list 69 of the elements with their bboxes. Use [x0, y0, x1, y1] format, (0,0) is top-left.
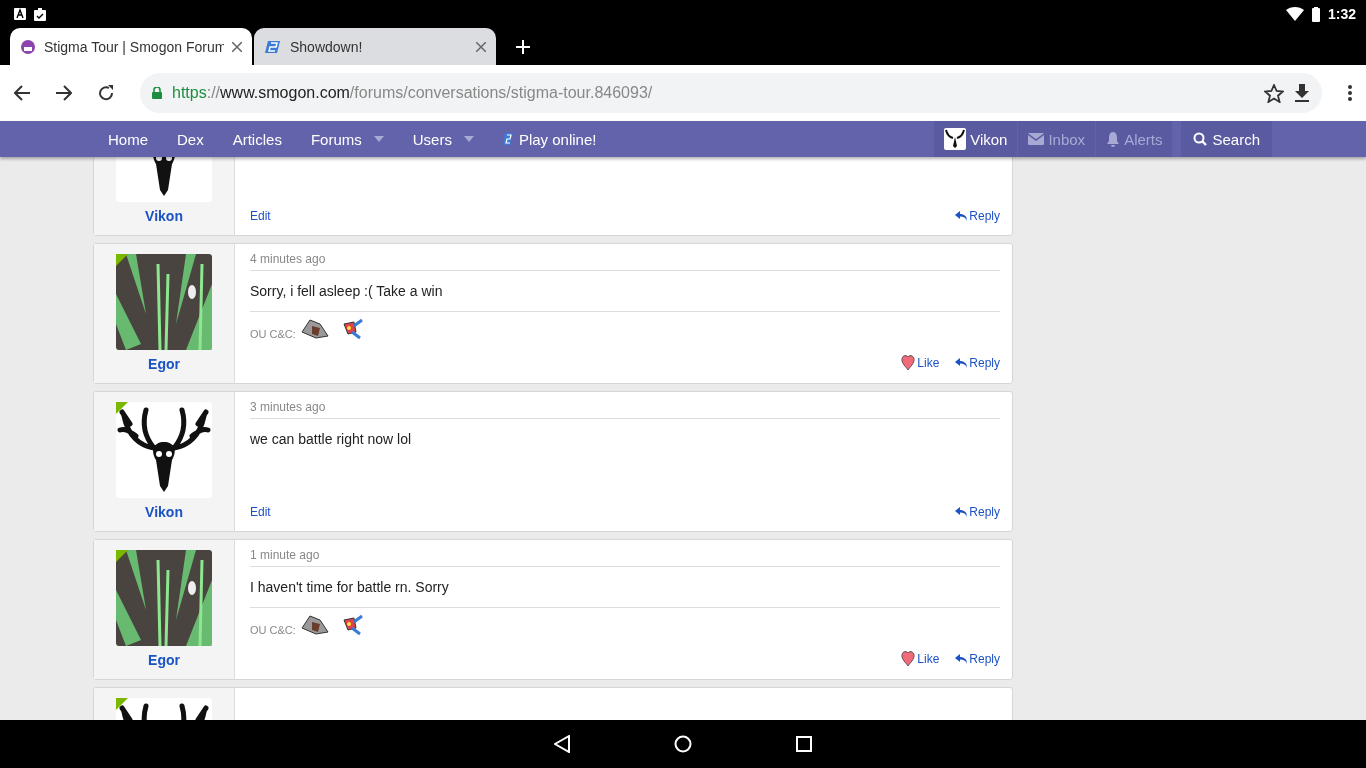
star-icon[interactable] — [1264, 83, 1284, 103]
reply-link[interactable]: Reply — [955, 356, 1000, 370]
heart-icon — [901, 355, 916, 371]
deer-skull-avatar[interactable] — [116, 402, 212, 498]
reply-icon — [955, 654, 968, 664]
reply-link[interactable]: Reply — [955, 652, 1000, 666]
recents-nav-icon[interactable] — [796, 736, 812, 752]
bell-icon — [1106, 131, 1121, 147]
abstract-avatar[interactable] — [116, 254, 212, 350]
search-icon — [1193, 132, 1208, 146]
site-favicon — [20, 38, 36, 55]
nav-link[interactable]: Home — [108, 130, 148, 148]
nav-link[interactable]: Dex — [177, 130, 204, 148]
signature-label: OU C&C: — [250, 328, 296, 340]
post-timestamp: 1 minute ago — [250, 548, 1000, 567]
envelope-icon — [1028, 133, 1045, 145]
reply-icon — [955, 211, 968, 221]
reply-link[interactable]: Reply — [955, 505, 1000, 519]
forward-arrow-icon[interactable] — [56, 85, 72, 101]
clock: 1:32 — [1327, 6, 1356, 22]
showdown-icon — [502, 132, 513, 146]
username-link[interactable]: Egor — [148, 652, 180, 668]
new-tab-icon[interactable] — [516, 39, 530, 54]
showdown-favicon — [264, 38, 282, 55]
post-message: Sorry, i fell asleep :( Take a win — [250, 271, 1000, 312]
username-link[interactable]: Vikon — [145, 504, 183, 520]
caret-icon — [373, 136, 384, 142]
clipboard-check-icon — [34, 7, 46, 21]
browser-tab[interactable]: Showdown! — [254, 28, 496, 65]
close-icon[interactable] — [476, 41, 486, 52]
post-timestamp: 4 minutes ago — [250, 252, 1000, 271]
back-arrow-icon[interactable] — [14, 85, 30, 101]
post-message: we can battle right now lol — [250, 430, 413, 449]
download-icon[interactable] — [1294, 84, 1310, 102]
home-nav-icon[interactable] — [674, 735, 692, 753]
reply-icon — [955, 358, 968, 368]
heart-icon — [901, 651, 916, 667]
account-link[interactable]: Vikon — [934, 121, 1019, 157]
signature-label: OU C&C: — [250, 624, 296, 636]
nav-link[interactable]: Forums — [310, 130, 362, 148]
edit-link[interactable]: Edit — [250, 505, 271, 519]
search-button[interactable]: Search — [1181, 121, 1272, 157]
reply-icon — [955, 507, 968, 517]
more-menu-icon[interactable] — [1348, 85, 1352, 101]
close-icon[interactable] — [232, 41, 242, 52]
notification-icon — [14, 8, 26, 20]
abstract-avatar[interactable] — [116, 550, 212, 646]
username-link[interactable]: Egor — [148, 356, 180, 372]
sprite-icon — [299, 318, 330, 340]
post-message: I haven't time for battle rn. Sorry — [250, 567, 1000, 608]
nav-link[interactable]: Users — [412, 130, 452, 148]
address-bar[interactable]: https://www.smogon.com/forums/conversations/stigma-tour.846093/ — [140, 73, 1322, 113]
like-link[interactable]: Like — [901, 651, 940, 667]
caret-icon — [463, 136, 474, 142]
url-text: https://www.smogon.com/forums/conversations/stigma-tour.846093/ — [172, 84, 654, 102]
sprite-icon — [299, 614, 330, 636]
like-link[interactable]: Like — [901, 355, 940, 371]
lock-icon — [152, 87, 162, 99]
battery-icon — [1311, 6, 1320, 22]
reload-icon[interactable] — [98, 85, 114, 101]
username-link[interactable]: Vikon — [145, 208, 183, 224]
nav-link[interactable]: Play online! — [518, 130, 597, 148]
post-timestamp: 3 minutes ago — [250, 400, 1000, 419]
edit-link[interactable]: Edit — [250, 209, 271, 223]
wifi-icon — [1285, 7, 1304, 21]
back-nav-icon[interactable] — [554, 735, 570, 753]
deer-skull-avatar — [944, 128, 967, 150]
reply-link[interactable]: Reply — [955, 209, 1000, 223]
nav-link[interactable]: Articles — [232, 130, 282, 148]
